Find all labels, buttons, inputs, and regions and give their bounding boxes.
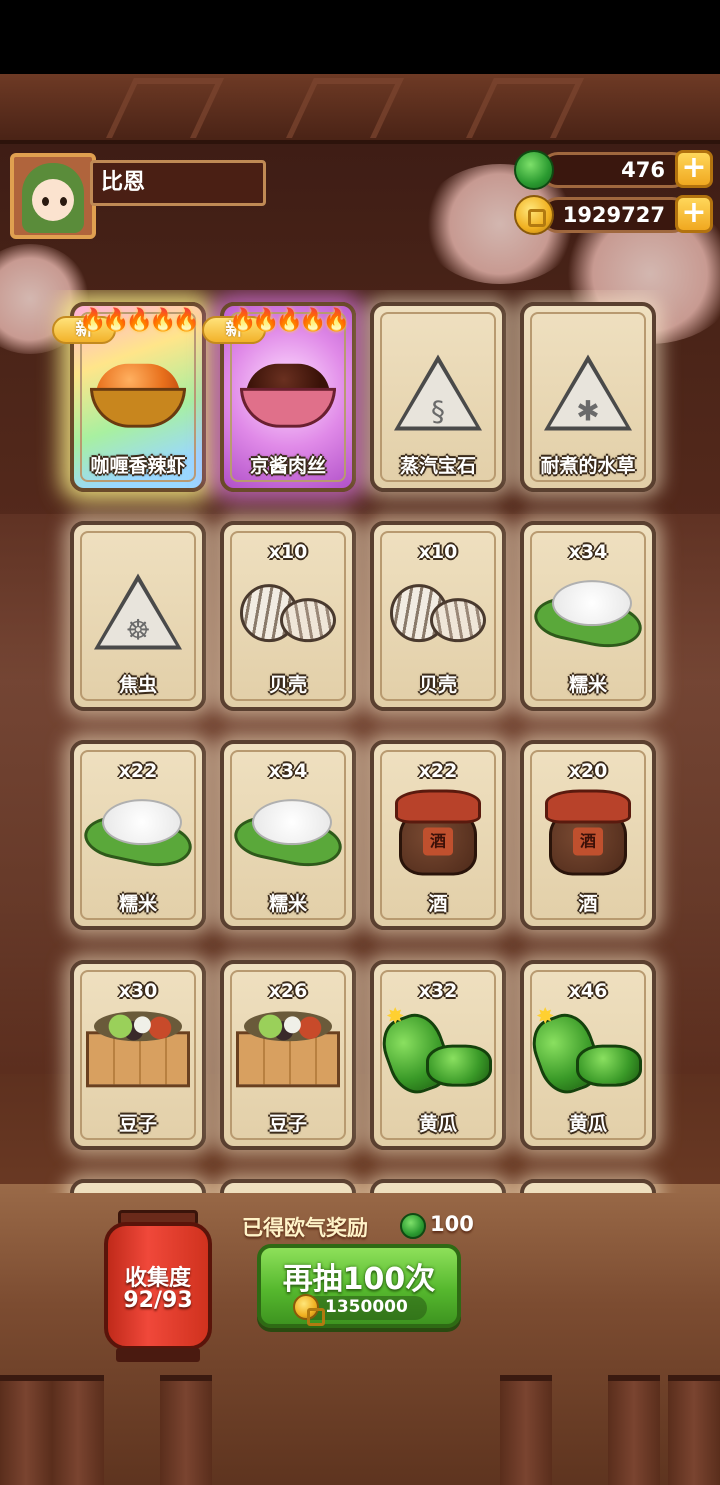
bug-icon: ☸ bbox=[94, 573, 182, 650]
reward-value: 100 bbox=[430, 1212, 474, 1236]
draw-cost-value: 1350000 bbox=[325, 1297, 408, 1317]
railing-post bbox=[52, 1375, 104, 1485]
add-jade-button[interactable]: + bbox=[675, 150, 713, 188]
shell-icon bbox=[240, 580, 336, 644]
item-count: x22 bbox=[418, 760, 458, 782]
add-coins-button[interactable]: + bbox=[675, 195, 713, 233]
item-count: x10 bbox=[418, 541, 458, 563]
player-avatar[interactable] bbox=[10, 153, 96, 239]
item-name: 豆子 bbox=[118, 1113, 157, 1135]
item-card[interactable]: 酒 x22 酒 bbox=[370, 740, 506, 930]
item-count: x26 bbox=[268, 980, 308, 1002]
shredded-pork-icon bbox=[236, 358, 340, 428]
truss bbox=[466, 78, 584, 138]
item-card[interactable]: x34 糯米 bbox=[220, 740, 356, 930]
draw-cost: 1350000 bbox=[293, 1294, 427, 1326]
steam-gem-icon: § bbox=[394, 354, 482, 431]
item-card[interactable]: 酒 x20 酒 bbox=[520, 740, 656, 930]
item-count: x34 bbox=[268, 760, 308, 782]
item-name: 贝壳 bbox=[268, 674, 307, 696]
water-weed-icon: ✱ bbox=[544, 354, 632, 431]
item-count: x22 bbox=[118, 760, 158, 782]
shell-icon bbox=[390, 580, 486, 644]
item-card[interactable]: 京酱肉丝新 🔥🔥🔥🔥🔥 bbox=[202, 302, 356, 492]
item-name: 糯米 bbox=[268, 893, 307, 915]
fire-rating-icon: 🔥🔥🔥🔥🔥 bbox=[79, 308, 200, 333]
avatar-face bbox=[32, 179, 74, 221]
item-card-partial[interactable] bbox=[370, 1179, 506, 1193]
item-name: 糯米 bbox=[118, 893, 157, 915]
item-name: 贝壳 bbox=[418, 674, 457, 696]
collection-progress: 92/93 bbox=[123, 1288, 193, 1313]
item-card[interactable]: ✸ x32 黄瓜 bbox=[370, 960, 506, 1150]
player-name: 比恩 bbox=[90, 160, 266, 206]
coin-icon bbox=[514, 195, 554, 235]
item-card[interactable]: x10 贝壳 bbox=[370, 521, 506, 711]
wine-jar-icon: 酒 bbox=[545, 783, 631, 876]
rice-icon bbox=[80, 799, 196, 874]
item-card[interactable]: x30 豆子 bbox=[70, 960, 206, 1150]
item-name: 黄瓜 bbox=[568, 1113, 607, 1135]
item-name: 酒 bbox=[428, 893, 448, 915]
cucumber-icon: ✸ bbox=[374, 1005, 492, 1101]
draw-again-button[interactable]: 再抽100次 1350000 bbox=[257, 1244, 461, 1328]
coin-icon bbox=[293, 1294, 325, 1326]
avatar-eye bbox=[60, 197, 67, 206]
item-count: x10 bbox=[268, 541, 308, 563]
item-card[interactable]: x34 糯米 bbox=[520, 521, 656, 711]
item-card[interactable]: ✱ 耐煮的水草 bbox=[520, 302, 656, 492]
item-count: x20 bbox=[568, 760, 608, 782]
reward-label: 已得欧气奖励 bbox=[242, 1216, 368, 1240]
beans-box-icon bbox=[86, 1011, 190, 1089]
item-name: 黄瓜 bbox=[418, 1113, 457, 1135]
item-card[interactable]: ✸ x46 黄瓜 bbox=[520, 960, 656, 1150]
collection-lantern[interactable]: 收集度 92/93 bbox=[104, 1210, 212, 1368]
railing-post bbox=[500, 1375, 552, 1485]
item-name: 咖喱香辣虾 bbox=[90, 455, 186, 477]
rice-icon bbox=[230, 799, 346, 874]
jade-count: 476 bbox=[540, 152, 690, 188]
item-name: 豆子 bbox=[268, 1113, 307, 1135]
item-card-partial[interactable] bbox=[220, 1179, 356, 1193]
railing-post bbox=[160, 1375, 212, 1485]
avatar-eye bbox=[42, 197, 49, 206]
truss bbox=[286, 78, 404, 138]
draw-button-label: 再抽100次 bbox=[282, 1262, 436, 1297]
truss bbox=[106, 78, 224, 138]
fire-rating-icon: 🔥🔥🔥🔥🔥 bbox=[229, 308, 350, 333]
item-card[interactable]: 咖喱香辣虾新 🔥🔥🔥🔥🔥 bbox=[52, 302, 206, 492]
railing-post bbox=[608, 1375, 660, 1485]
coin-count: 1929727 bbox=[540, 197, 690, 233]
jade-icon bbox=[400, 1213, 426, 1239]
item-name: 京酱肉丝 bbox=[249, 455, 326, 477]
item-name: 耐煮的水草 bbox=[540, 455, 636, 477]
item-count: x34 bbox=[568, 541, 608, 563]
railing-post bbox=[0, 1375, 52, 1485]
item-count: x30 bbox=[118, 980, 158, 1002]
item-card[interactable]: x10 贝壳 bbox=[220, 521, 356, 711]
item-name: 蒸汽宝石 bbox=[399, 455, 476, 477]
jade-icon bbox=[514, 150, 554, 190]
ceiling-beam bbox=[0, 74, 720, 144]
curry-shrimp-icon bbox=[86, 358, 190, 428]
item-name: 焦虫 bbox=[118, 674, 157, 696]
item-name: 酒 bbox=[578, 893, 598, 915]
card-grid: 咖喱香辣虾新 🔥🔥🔥🔥🔥 京酱肉丝新 🔥🔥🔥🔥🔥 § 蒸汽宝石 ✱ 耐煮的水草 ☸ 焦虫 x10 贝壳… bbox=[0, 290, 720, 1193]
item-card[interactable]: x26 豆子 bbox=[220, 960, 356, 1150]
cucumber-icon: ✸ bbox=[524, 1005, 642, 1101]
item-count: x46 bbox=[568, 980, 608, 1002]
wine-jar-icon: 酒 bbox=[395, 783, 481, 876]
railing-post bbox=[668, 1375, 720, 1485]
item-card-partial[interactable] bbox=[70, 1179, 206, 1193]
beans-box-icon bbox=[236, 1011, 340, 1089]
lantern-base bbox=[116, 1348, 200, 1362]
item-name: 糯米 bbox=[568, 674, 607, 696]
item-card-partial[interactable] bbox=[520, 1179, 656, 1193]
rice-icon bbox=[530, 580, 646, 655]
item-card[interactable]: § 蒸汽宝石 bbox=[370, 302, 506, 492]
item-card[interactable]: ☸ 焦虫 bbox=[70, 521, 206, 711]
item-card[interactable]: x22 糯米 bbox=[70, 740, 206, 930]
item-count: x32 bbox=[418, 980, 458, 1002]
